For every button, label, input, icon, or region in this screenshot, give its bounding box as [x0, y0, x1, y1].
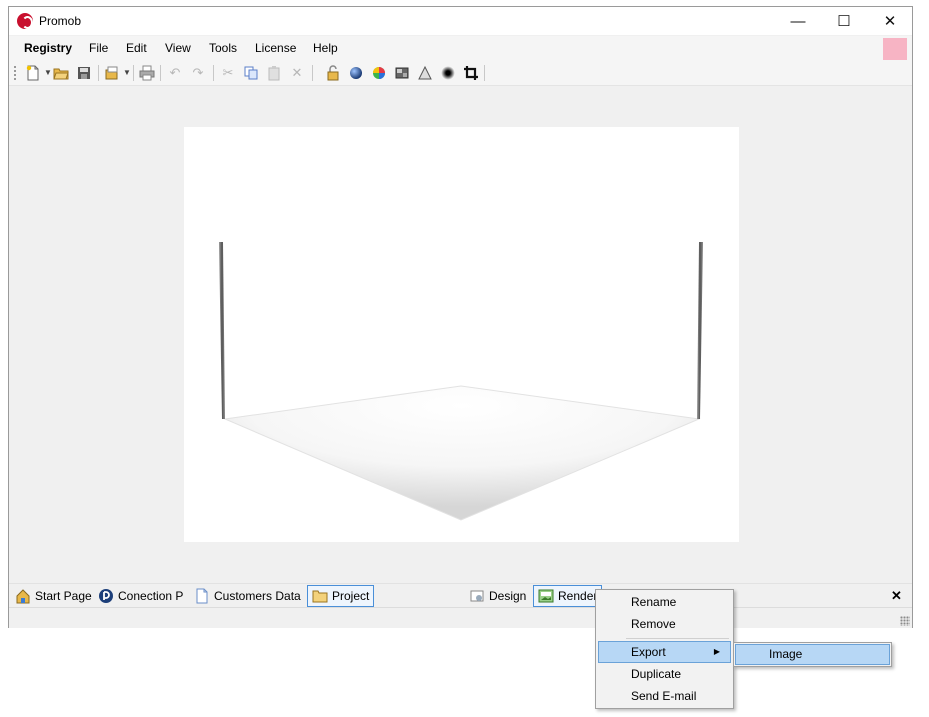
delete-icon[interactable]: ✕ — [289, 65, 305, 81]
close-window-button[interactable]: ✕ — [867, 7, 913, 35]
tab-label: Render — [558, 589, 598, 603]
menu-license[interactable]: License — [255, 41, 296, 55]
lock-icon[interactable] — [325, 65, 341, 81]
connection-icon — [98, 588, 114, 604]
tab-label: Start Page — [35, 589, 92, 603]
cut-icon[interactable]: ✂ — [220, 65, 236, 81]
main-window: Promob — ☐ ✕ Registry File Edit View Too… — [8, 6, 913, 628]
minimize-button[interactable]: — — [775, 7, 821, 35]
shadow-icon[interactable] — [440, 65, 456, 81]
menu-item-label: Export — [631, 645, 666, 659]
status-indicator — [883, 38, 907, 62]
toolbar-grip[interactable] — [14, 66, 16, 80]
undo-icon[interactable]: ↶ — [167, 65, 183, 81]
maximize-button[interactable]: ☐ — [821, 7, 867, 35]
menu-item-rename[interactable]: Rename — [598, 591, 731, 613]
menu-item-duplicate[interactable]: Duplicate — [598, 663, 731, 685]
tab-label: Design — [489, 589, 527, 603]
toolbar-separator — [133, 65, 134, 81]
render-image-icon — [538, 588, 554, 604]
sphere-color-icon[interactable] — [371, 65, 387, 81]
paste-icon[interactable] — [266, 65, 282, 81]
menu-tools[interactable]: Tools — [209, 41, 237, 55]
export-submenu: Image — [733, 642, 892, 667]
toolbar-separator — [213, 65, 214, 81]
toolbar-separator — [98, 65, 99, 81]
menu-edit[interactable]: Edit — [126, 41, 147, 55]
menu-help[interactable]: Help — [313, 41, 338, 55]
copy-icon[interactable] — [243, 65, 259, 81]
tab-render[interactable]: Render — [533, 585, 603, 607]
promob-logo-icon — [17, 13, 33, 29]
status-bar — [9, 607, 912, 628]
document-tab-bar: Start Page Conection P Customers Data Pr… — [9, 583, 912, 607]
tab-label: Conection P — [118, 589, 184, 603]
menu-registry[interactable]: Registry — [24, 41, 72, 55]
prism-icon[interactable] — [417, 65, 433, 81]
tab-project[interactable]: Project — [307, 585, 375, 607]
document-icon — [194, 588, 210, 604]
toolbar: ▼ ▼ ↶ ↷ ✂ ✕ — [9, 60, 912, 86]
submenu-arrow-icon: ▶ — [713, 647, 720, 656]
resize-grip[interactable] — [900, 616, 910, 626]
render-workspace — [9, 87, 912, 583]
print-icon[interactable] — [139, 65, 155, 81]
title-bar: Promob — ☐ ✕ — [9, 7, 912, 35]
object-library-icon[interactable] — [104, 65, 120, 81]
menu-item-send-email[interactable]: Send E-mail — [598, 685, 731, 707]
menu-separator — [626, 638, 729, 639]
tab-customers-data[interactable]: Customers Data — [190, 585, 305, 607]
menu-item-export[interactable]: Export ▶ — [598, 641, 731, 663]
new-document-icon[interactable] — [25, 65, 41, 81]
open-folder-icon[interactable] — [53, 65, 69, 81]
sphere-blue-icon[interactable] — [348, 65, 364, 81]
room-render-preview — [219, 242, 703, 521]
toolbar-separator — [160, 65, 161, 81]
tab-design[interactable]: Design — [465, 585, 530, 607]
tab-connection[interactable]: Conection P — [94, 585, 187, 607]
close-tab-button[interactable]: ✕ — [891, 588, 902, 604]
texture-icon[interactable] — [394, 65, 410, 81]
toolbar-separator — [484, 65, 485, 81]
menu-file[interactable]: File — [89, 41, 108, 55]
crop-icon[interactable] — [463, 65, 479, 81]
home-icon — [15, 588, 31, 604]
save-icon[interactable] — [76, 65, 92, 81]
folder-icon — [312, 588, 328, 604]
menu-item-image[interactable]: Image — [735, 644, 890, 665]
tab-label: Customers Data — [214, 589, 301, 603]
window-title: Promob — [39, 14, 82, 28]
menu-bar: Registry File Edit View Tools License He… — [9, 36, 912, 60]
toolbar-separator — [312, 65, 313, 81]
tab-label: Project — [332, 589, 370, 603]
tab-context-menu: Rename Remove Export ▶ Duplicate Send E-… — [595, 589, 734, 709]
redo-icon[interactable]: ↷ — [190, 65, 206, 81]
design-icon — [469, 588, 485, 604]
menu-view[interactable]: View — [165, 41, 191, 55]
render-canvas[interactable] — [184, 127, 739, 542]
tab-start-page[interactable]: Start Page — [11, 585, 96, 607]
menu-item-remove[interactable]: Remove — [598, 613, 731, 635]
